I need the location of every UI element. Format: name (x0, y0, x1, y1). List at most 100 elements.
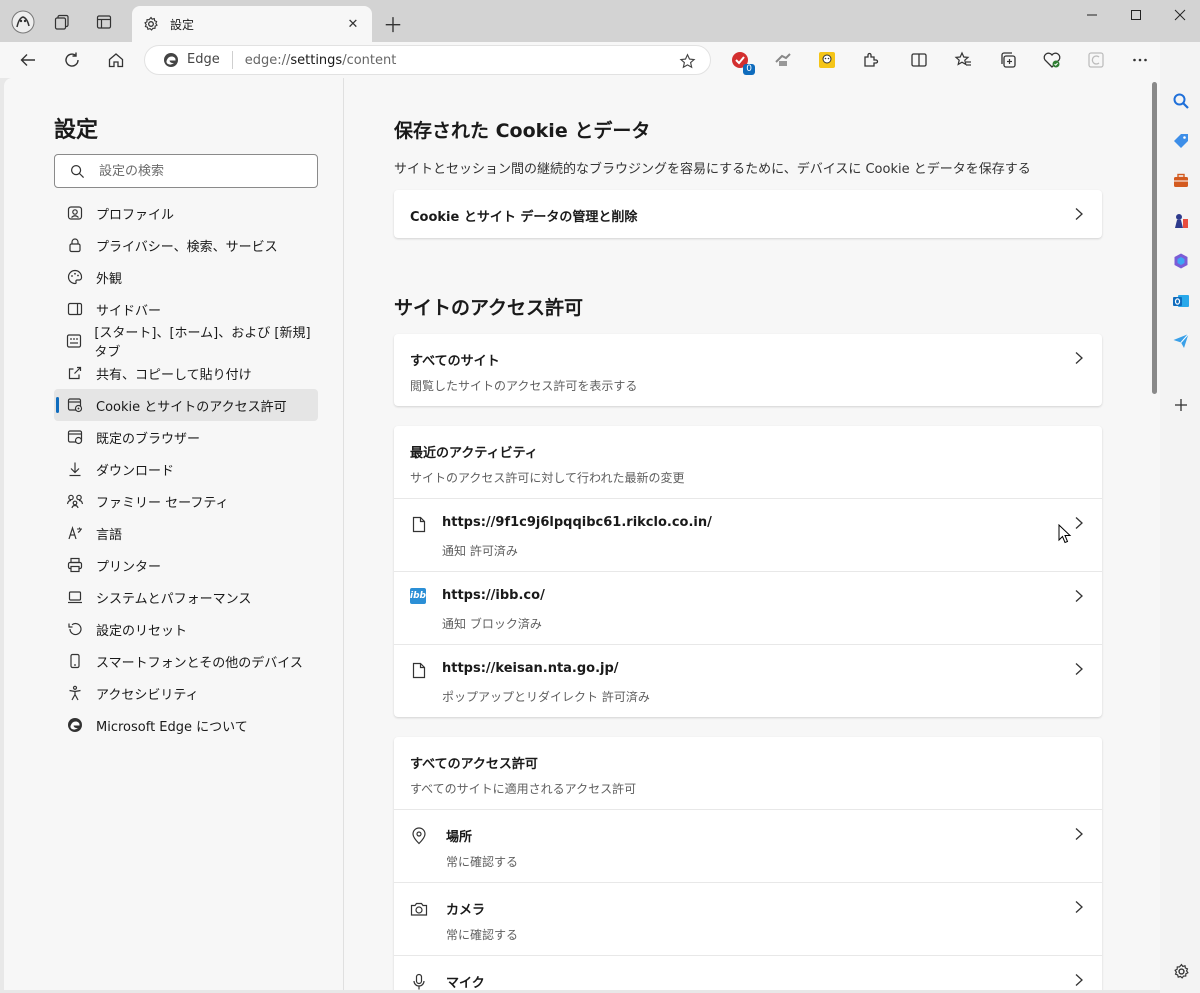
extension-yellow-icon[interactable] (814, 47, 840, 73)
back-button[interactable] (14, 46, 42, 74)
permission-detail: 常に確認する (446, 855, 519, 869)
gear-icon (142, 15, 160, 33)
laptop-icon (66, 588, 84, 606)
recent-activity-sub: サイトのアクセス許可に対して行われた最新の変更 (410, 471, 685, 485)
permissions-section-title: サイトのアクセス許可 (394, 297, 584, 319)
scrollbar-thumb[interactable] (1152, 82, 1157, 394)
new-tab-button[interactable]: ＋ (380, 10, 406, 37)
lock-icon (66, 236, 84, 254)
page-icon (410, 515, 428, 533)
settings-search-input[interactable] (99, 163, 299, 179)
drop-send-icon[interactable] (1170, 330, 1192, 352)
recent-activity-header: 最近のアクティビティ サイトのアクセス許可に対して行われた最新の変更 (394, 426, 1102, 498)
nav-item-privacy[interactable]: プライバシー、検索、サービス (54, 229, 318, 261)
nav-item-reset-settings[interactable]: 設定のリセット (54, 613, 318, 645)
favorites-icon[interactable] (950, 47, 976, 73)
shopping-tag-icon[interactable] (1170, 130, 1192, 152)
manage-cookies-card[interactable]: Cookie とサイト データの管理と削除 (394, 190, 1102, 238)
nav-item-profile[interactable]: プロファイル (54, 197, 318, 229)
add-sidebar-app-icon[interactable] (1170, 394, 1192, 416)
extension-translate-icon[interactable] (770, 47, 796, 73)
sidebar-settings-gear-icon[interactable] (1170, 960, 1192, 982)
sidebar-icon (66, 300, 84, 318)
manage-cookies-row[interactable]: Cookie とサイト データの管理と削除 (394, 190, 1102, 238)
share-icon (66, 364, 84, 382)
nav-item-start-home-newtab[interactable]: [スタート]、[ホーム]、および [新規] タブ (54, 325, 318, 360)
settings-nav-list: プロファイル プライバシー、検索、サービス 外観 サイドバー [スタート]、[ホ… (54, 197, 318, 741)
permission-item-microphone[interactable]: マイク (394, 955, 1102, 990)
recent-activity-item[interactable]: https://9f1c9j6lpqqibc61.rikclo.co.in/ 通… (394, 498, 1102, 571)
url-text: edge://settings/content (244, 52, 397, 68)
extension-badge: 0 (743, 64, 755, 75)
nav-item-sidebar[interactable]: サイドバー (54, 293, 318, 325)
more-menu-icon[interactable] (1127, 47, 1153, 73)
games-icon[interactable] (1170, 210, 1192, 232)
all-sites-card[interactable]: すべてのサイト 閲覧したサイトのアクセス許可を表示する (394, 334, 1102, 406)
edge-logo-icon (66, 716, 84, 734)
nav-item-phone-devices[interactable]: スマートフォンとその他のデバイス (54, 645, 318, 677)
recent-site-url: https://keisan.nta.go.jp/ (442, 661, 619, 676)
refresh-button[interactable] (58, 46, 86, 74)
profile-avatar-icon[interactable] (10, 9, 36, 35)
browser-essentials-icon[interactable] (1039, 47, 1065, 73)
minimize-button[interactable] (1070, 0, 1114, 30)
outlook-icon[interactable] (1170, 290, 1192, 312)
palette-icon (66, 268, 84, 286)
settings-title: 設定 (54, 118, 99, 143)
permission-label: マイク (446, 976, 485, 990)
nav-item-family-safety[interactable]: ファミリー セーフティ (54, 485, 318, 517)
chevron-right-icon (1072, 516, 1086, 530)
nav-item-printers[interactable]: プリンター (54, 549, 318, 581)
nav-item-appearance[interactable]: 外観 (54, 261, 318, 293)
nav-item-accessibility[interactable]: アクセシビリティ (54, 677, 318, 709)
extension-disabled-icon[interactable] (1083, 47, 1109, 73)
nav-item-about-edge[interactable]: Microsoft Edge について (54, 709, 318, 741)
nav-item-share-copy-paste[interactable]: 共有、コピーして貼り付け (54, 357, 318, 389)
workspaces-icon[interactable] (49, 9, 75, 35)
vertical-tabs-icon[interactable] (91, 9, 117, 35)
edge-logo-icon (163, 52, 179, 68)
permission-item-camera[interactable]: カメラ 常に確認する (394, 882, 1102, 955)
nav-item-languages[interactable]: 言語 (54, 517, 318, 549)
close-tab-icon[interactable]: ✕ (344, 15, 362, 33)
tools-briefcase-icon[interactable] (1170, 170, 1192, 192)
camera-icon (410, 900, 428, 918)
site-identity-label: Edge (187, 51, 233, 69)
permission-label: カメラ (446, 903, 486, 918)
favorite-star-icon[interactable] (678, 52, 696, 70)
address-bar[interactable]: Edge edge://settings/content (144, 45, 711, 75)
all-permissions-card: すべてのアクセス許可 すべてのサイトに適用されるアクセス許可 場所 常に確認する… (394, 737, 1102, 990)
search-icon[interactable] (1170, 90, 1192, 112)
cookie-settings-icon (66, 396, 84, 414)
nav-item-downloads[interactable]: ダウンロード (54, 453, 318, 485)
maximize-button[interactable] (1114, 0, 1158, 30)
chevron-right-icon (1072, 900, 1086, 914)
nav-item-system-performance[interactable]: システムとパフォーマンス (54, 581, 318, 613)
home-grid-icon (66, 332, 82, 350)
nav-item-default-browser[interactable]: 既定のブラウザー (54, 421, 318, 453)
profile-icon (66, 204, 84, 222)
extensions-puzzle-icon[interactable] (858, 47, 884, 73)
settings-search-box[interactable] (54, 154, 318, 188)
chevron-right-icon (1072, 351, 1086, 365)
all-sites-row[interactable]: すべてのサイト 閲覧したサイトのアクセス許可を表示する (394, 334, 1102, 406)
recent-site-detail: 通知 ブロック済み (442, 617, 542, 631)
microsoft-365-icon[interactable] (1170, 250, 1192, 272)
tab-settings[interactable]: 設定 ✕ (132, 6, 372, 42)
close-window-button[interactable] (1158, 0, 1200, 30)
recent-activity-item[interactable]: ibb https://ibb.co/ 通知 ブロック済み (394, 571, 1102, 644)
split-screen-icon[interactable] (906, 47, 932, 73)
extension-red-icon[interactable]: 0 (727, 47, 755, 75)
chevron-right-icon (1072, 207, 1086, 221)
browser-icon (66, 428, 84, 446)
page-scrollbar[interactable] (1148, 80, 1160, 990)
nav-item-cookies-permissions[interactable]: Cookie とサイトのアクセス許可 (54, 389, 318, 421)
collections-icon[interactable] (995, 47, 1021, 73)
home-button[interactable] (102, 46, 130, 74)
recent-activity-item[interactable]: https://keisan.nta.go.jp/ ポップアップとリダイレクト … (394, 644, 1102, 717)
all-permissions-sub: すべてのサイトに適用されるアクセス許可 (410, 782, 637, 796)
location-icon (410, 827, 428, 845)
permission-item-location[interactable]: 場所 常に確認する (394, 809, 1102, 882)
recent-activity-card: 最近のアクティビティ サイトのアクセス許可に対して行われた最新の変更 https… (394, 426, 1102, 717)
permission-label: 場所 (446, 830, 473, 845)
